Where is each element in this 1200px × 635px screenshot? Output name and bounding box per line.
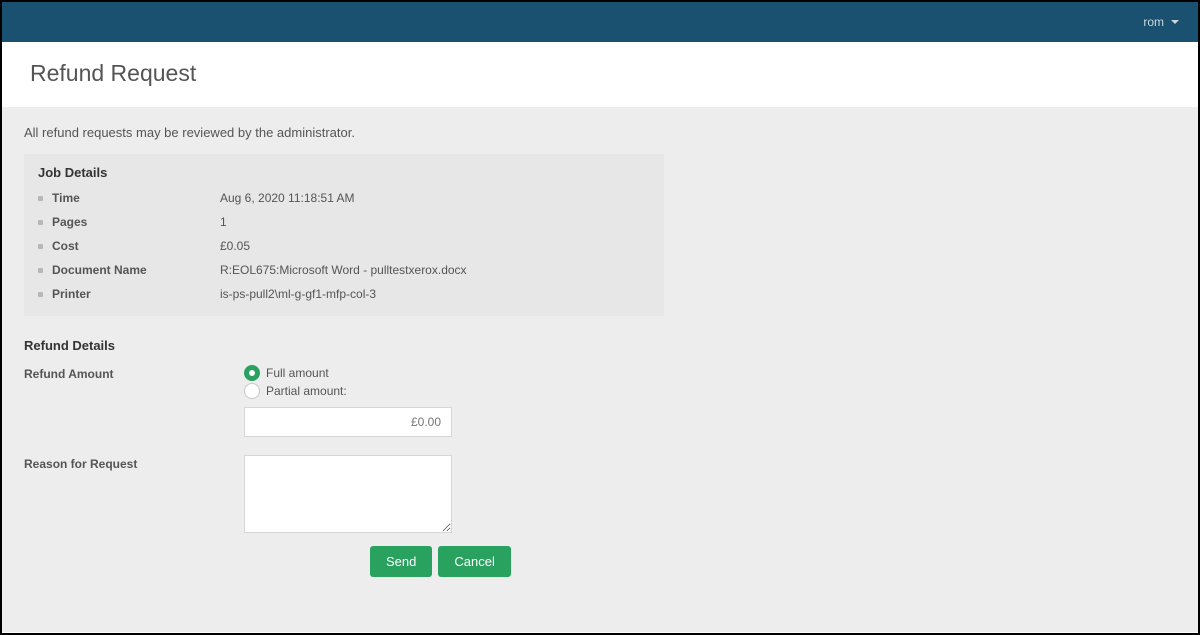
reason-label: Reason for Request	[24, 455, 244, 536]
reason-control	[244, 455, 454, 536]
reason-row: Reason for Request	[24, 455, 664, 536]
detail-value: Aug 6, 2020 11:18:51 AM	[220, 191, 355, 205]
chevron-down-icon	[1170, 17, 1180, 27]
job-detail-cost: Cost £0.05	[24, 234, 664, 258]
reason-textarea[interactable]	[244, 455, 452, 533]
job-detail-time: Time Aug 6, 2020 11:18:51 AM	[24, 186, 664, 210]
job-details-section: Job Details Time Aug 6, 2020 11:18:51 AM…	[24, 154, 664, 316]
user-name: rom	[1143, 15, 1164, 29]
bullet-icon	[38, 239, 52, 253]
partial-amount-input[interactable]	[244, 407, 452, 437]
radio-icon	[244, 365, 260, 381]
action-buttons: Send Cancel	[370, 546, 664, 577]
detail-label: Time	[52, 191, 220, 205]
user-menu[interactable]: rom	[1143, 15, 1180, 29]
detail-label: Pages	[52, 215, 220, 229]
radio-full-amount[interactable]: Full amount	[244, 365, 484, 381]
job-detail-doc: Document Name R:EOL675:Microsoft Word - …	[24, 258, 664, 282]
radio-label: Partial amount:	[266, 384, 347, 398]
refund-amount-row: Refund Amount Full amount Partial amount…	[24, 365, 664, 437]
refund-details-title: Refund Details	[24, 338, 664, 365]
bullet-icon	[38, 287, 52, 301]
radio-partial-amount[interactable]: Partial amount:	[244, 383, 484, 399]
top-nav-bar: rom	[2, 2, 1198, 42]
refund-details-section: Refund Details Refund Amount Full amount…	[24, 338, 664, 577]
detail-value: £0.05	[220, 239, 250, 253]
job-detail-printer: Printer is-ps-pull2\ml-g-gf1-mfp-col-3	[24, 282, 664, 306]
detail-label: Cost	[52, 239, 220, 253]
bullet-icon	[38, 191, 52, 205]
page-title-bar: Refund Request	[2, 42, 1198, 107]
detail-value: 1	[220, 215, 227, 229]
cancel-button[interactable]: Cancel	[438, 546, 510, 577]
detail-value: is-ps-pull2\ml-g-gf1-mfp-col-3	[220, 287, 376, 301]
radio-label: Full amount	[266, 366, 329, 380]
bullet-icon	[38, 263, 52, 277]
intro-text: All refund requests may be reviewed by t…	[24, 125, 1176, 140]
bullet-icon	[38, 215, 52, 229]
page-title: Refund Request	[30, 60, 1170, 87]
job-detail-pages: Pages 1	[24, 210, 664, 234]
send-button[interactable]: Send	[370, 546, 432, 577]
radio-icon	[244, 383, 260, 399]
job-details-title: Job Details	[24, 162, 664, 186]
refund-amount-label: Refund Amount	[24, 365, 244, 437]
detail-label: Document Name	[52, 263, 220, 277]
content-area: All refund requests may be reviewed by t…	[2, 107, 1198, 632]
refund-amount-controls: Full amount Partial amount:	[244, 365, 484, 437]
detail-label: Printer	[52, 287, 220, 301]
detail-value: R:EOL675:Microsoft Word - pulltestxerox.…	[220, 263, 467, 277]
